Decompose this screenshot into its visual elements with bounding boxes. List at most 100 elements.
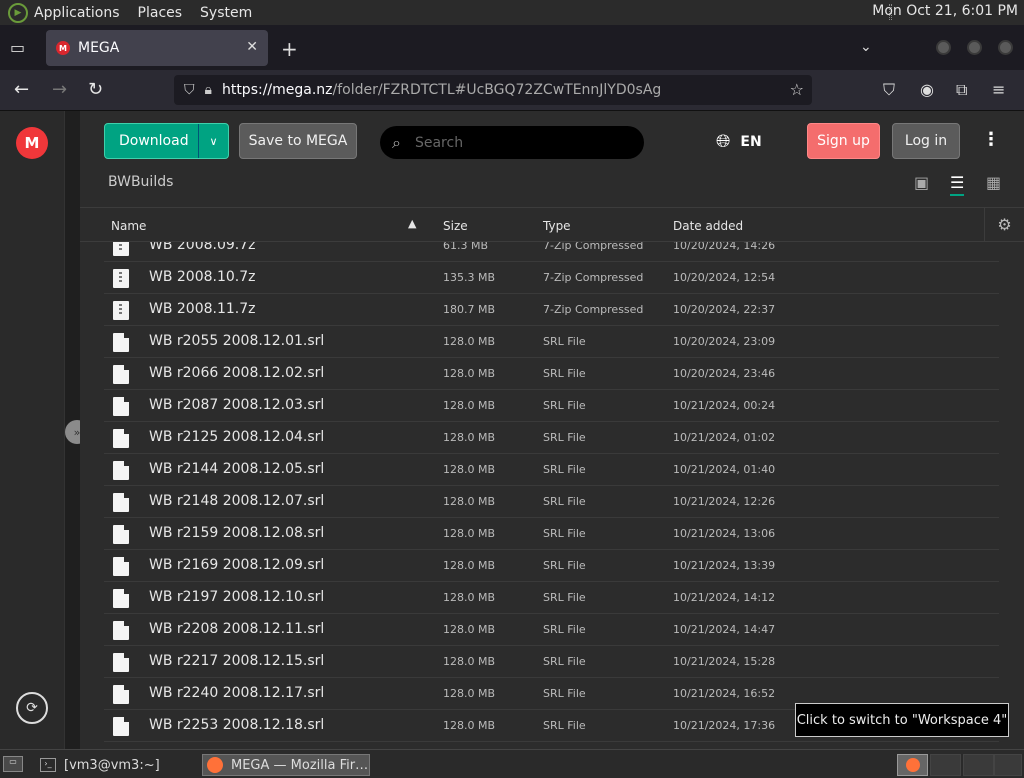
sort-ascending-icon[interactable]: ▲ (408, 217, 416, 230)
new-tab-button[interactable]: + (281, 37, 298, 61)
more-options-icon[interactable]: ⋮ (982, 129, 1000, 150)
column-size[interactable]: Size (443, 219, 468, 233)
bookmark-star-icon[interactable]: ☆ (790, 80, 804, 99)
extensions-icon[interactable]: ⧉ (956, 80, 967, 100)
grid-view-icon[interactable]: ▦ (986, 173, 1001, 192)
file-size: 128.0 MB (443, 367, 496, 380)
search-bar: ⌕ (380, 126, 644, 159)
file-icon (113, 333, 129, 352)
file-row[interactable]: WB r2169 2008.12.09.srl 128.0 MB SRL File 1… (104, 550, 999, 582)
file-row[interactable]: WB r2197 2008.12.10.srl 128.0 MB SRL File 1… (104, 582, 999, 614)
clock[interactable]: Mon Oct 21, 6:01 PM (872, 3, 1018, 19)
file-name: WB r2066 2008.12.02.srl (149, 365, 325, 381)
workspace-3-button[interactable] (897, 754, 928, 776)
file-type: SRL File (543, 335, 586, 348)
url-bar[interactable]: ⛉ 🔒︎ https://mega.nz/folder/FZRDTCTL#UcB… (174, 75, 812, 105)
file-size: 128.0 MB (443, 687, 496, 700)
url-text[interactable]: https://mega.nz/folder/FZRDTCTL#UcBGQ72Z… (222, 82, 661, 98)
file-table-header: Name ▲ Size Type Date added ⚙ (80, 207, 1024, 242)
workspace-5-button[interactable] (963, 754, 994, 776)
file-row[interactable]: WB r2217 2008.12.15.srl 128.0 MB SRL File 1… (104, 646, 999, 678)
close-tab-icon[interactable]: ✕ (246, 39, 258, 55)
close-window-button[interactable] (998, 40, 1013, 55)
forward-arrow-icon[interactable]: → (52, 79, 67, 100)
account-icon[interactable]: ◉ (920, 80, 934, 99)
tracking-shield-icon[interactable]: ⛉ (184, 82, 195, 98)
lock-icon[interactable]: 🔒︎ (205, 82, 212, 98)
workspace-6-button[interactable] (994, 754, 1022, 776)
breadcrumb-folder-name[interactable]: BWBuilds (108, 174, 173, 190)
workspace-4-button[interactable] (930, 754, 961, 776)
file-type: SRL File (543, 399, 586, 412)
file-row[interactable]: WB 2008.11.7z 180.7 MB 7-Zip Compressed 10/… (104, 294, 999, 326)
file-date: 10/21/2024, 15:28 (673, 655, 776, 668)
file-row[interactable]: WB r2159 2008.12.08.srl 128.0 MB SRL File 1… (104, 518, 999, 550)
globe-icon: 🌐︎ (716, 131, 731, 152)
column-type[interactable]: Type (543, 219, 571, 233)
download-options-chevron-icon[interactable]: ∨ (198, 124, 228, 158)
file-type: SRL File (543, 431, 586, 444)
save-to-mega-button[interactable]: Save to MEGA (239, 123, 357, 159)
file-row[interactable]: WB r2208 2008.12.11.srl 128.0 MB SRL File 1… (104, 614, 999, 646)
file-date: 10/21/2024, 13:06 (673, 527, 776, 540)
file-size: 128.0 MB (443, 431, 496, 444)
file-icon (113, 621, 129, 640)
menu-system[interactable]: System (200, 5, 252, 21)
back-arrow-icon[interactable]: ← (14, 79, 29, 100)
sign-up-button[interactable]: Sign up (807, 123, 880, 159)
file-list: WB 2008.09.7z 61.3 MB 7-Zip Compressed 10/2… (80, 242, 1024, 749)
file-row[interactable]: WB r2055 2008.12.01.srl 128.0 MB SRL File 1… (104, 326, 999, 358)
reload-icon[interactable]: ↻ (88, 79, 103, 100)
main-content: Download ∨ Save to MEGA ⌕ 🌐︎ EN Sign up … (80, 111, 1024, 749)
file-name: WB 2008.09.7z (149, 242, 256, 253)
file-date: 10/21/2024, 17:36 (673, 719, 776, 732)
file-size: 128.0 MB (443, 335, 496, 348)
distro-logo-icon[interactable]: ▶ (8, 2, 28, 23)
file-size: 180.7 MB (443, 303, 496, 316)
file-date: 10/20/2024, 14:26 (673, 242, 776, 252)
language-label: EN (740, 133, 762, 150)
tab-mega[interactable]: M MEGA ✕ (46, 30, 268, 66)
file-date: 10/20/2024, 23:46 (673, 367, 776, 380)
list-view-icon[interactable]: ☰ (950, 173, 965, 196)
column-settings-gear-icon[interactable]: ⚙ (984, 208, 1024, 241)
show-desktop-icon[interactable]: ▭ (3, 756, 23, 772)
taskbar-terminal[interactable]: ›_ [vm3@vm3:~] (36, 754, 196, 776)
menu-places[interactable]: Places (138, 5, 183, 21)
file-type: 7-Zip Compressed (543, 271, 644, 284)
file-type: 7-Zip Compressed (543, 303, 644, 316)
file-size: 128.0 MB (443, 463, 496, 476)
file-icon (113, 685, 129, 704)
list-tabs-chevron-icon[interactable]: ⌄ (860, 39, 872, 55)
log-in-button[interactable]: Log in (892, 123, 960, 159)
search-input[interactable] (414, 134, 615, 151)
sync-icon[interactable]: ⟳ (16, 692, 48, 724)
file-row[interactable]: WB r2148 2008.12.07.srl 128.0 MB SRL File 1… (104, 486, 999, 518)
mega-logo-icon[interactable]: M (16, 127, 48, 159)
file-row[interactable]: WB r2066 2008.12.02.srl 128.0 MB SRL File 1… (104, 358, 999, 390)
minimize-window-button[interactable] (936, 40, 951, 55)
column-name[interactable]: Name (111, 219, 146, 233)
hamburger-menu-icon[interactable]: ≡ (992, 80, 1005, 99)
file-type: SRL File (543, 623, 586, 636)
file-row[interactable]: WB 2008.10.7z 135.3 MB 7-Zip Compressed 10/… (104, 262, 999, 294)
thumbnail-view-icon[interactable]: ▣ (914, 173, 929, 192)
file-type: SRL File (543, 655, 586, 668)
taskbar-firefox[interactable]: MEGA — Mozilla Fir… (202, 754, 370, 776)
file-row[interactable]: WB r2144 2008.12.05.srl 128.0 MB SRL File 1… (104, 454, 999, 486)
file-icon (113, 397, 129, 416)
file-icon (113, 653, 129, 672)
menu-applications[interactable]: Applications (34, 5, 120, 21)
language-selector[interactable]: 🌐︎ EN (716, 131, 762, 152)
tab-overview-icon[interactable]: ▭ (10, 38, 30, 57)
workspace-tooltip: Click to switch to "Workspace 4" (795, 703, 1009, 737)
pocket-icon[interactable]: ⛉ (883, 80, 895, 100)
file-row[interactable]: WB r2125 2008.12.04.srl 128.0 MB SRL File 1… (104, 422, 999, 454)
file-row[interactable]: WB 2008.09.7z 61.3 MB 7-Zip Compressed 10/2… (104, 242, 999, 262)
maximize-window-button[interactable] (967, 40, 982, 55)
file-size: 128.0 MB (443, 495, 496, 508)
download-button[interactable]: Download ∨ (104, 123, 229, 159)
file-row[interactable]: WB r2087 2008.12.03.srl 128.0 MB SRL File 1… (104, 390, 999, 422)
column-date-added[interactable]: Date added (673, 219, 743, 233)
terminal-task-label: [vm3@vm3:~] (64, 757, 160, 773)
